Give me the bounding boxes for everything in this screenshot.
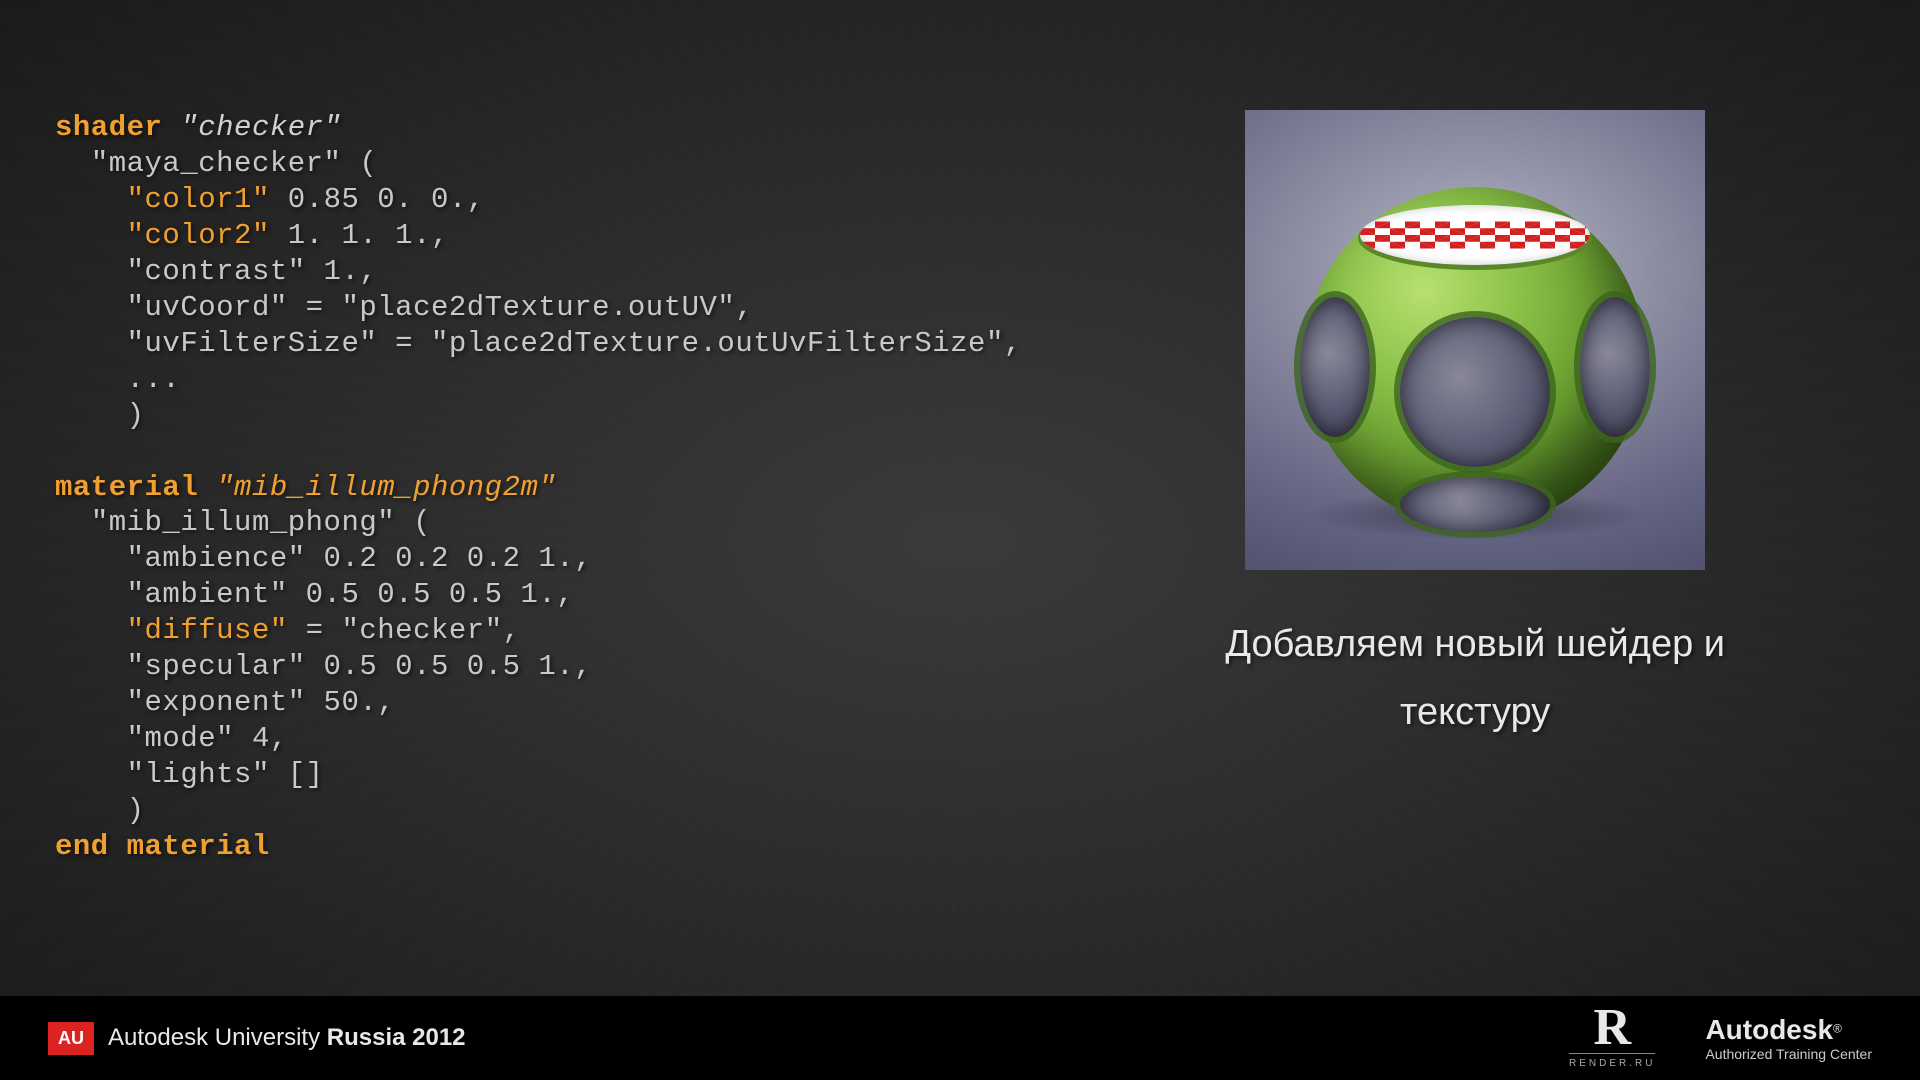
ambience-line: "ambience" 0.2 0.2 0.2 1., (127, 542, 592, 575)
close-paren-2: ) (127, 794, 145, 827)
au-text: Autodesk University Russia 2012 (108, 1024, 466, 1052)
color1-val: 0.85 0. 0., (270, 183, 485, 216)
keyword-material: material (55, 471, 198, 504)
shader-impl: "maya_checker" ( (91, 147, 377, 180)
ellipsis: ... (127, 363, 181, 396)
uvcoord-line: "uvCoord" = "place2dTexture.outUV", (127, 291, 754, 324)
color2-val: 1. 1. 1., (270, 219, 449, 252)
material-impl: "mib_illum_phong" ( (91, 506, 431, 539)
lights-line: "lights" [] (127, 758, 324, 791)
au-badge: AU (48, 1022, 94, 1055)
render-ru-logo: R RENDER.RU (1569, 1007, 1655, 1069)
render-preview (1245, 110, 1705, 570)
color1-key: "color1" (127, 183, 270, 216)
code-block: shader "checker" "maya_checker" ( "color… (55, 110, 1022, 865)
contrast-line: "contrast" 1., (127, 255, 378, 288)
right-column: Добавляем новый шейдер и текстуру (1225, 110, 1725, 865)
slide-content: shader "checker" "maya_checker" ( "color… (55, 110, 1865, 865)
color2-key: "color2" (127, 219, 270, 252)
exponent-line: "exponent" 50., (127, 686, 396, 719)
specular-line: "specular" 0.5 0.5 0.5 1., (127, 650, 592, 683)
keyword-end-material: end material (55, 830, 270, 863)
close-paren-1: ) (127, 399, 145, 432)
caption-line-1: Добавляем новый шейдер и (1225, 610, 1725, 678)
material-name: "mib_illum_phong2m" (216, 471, 556, 504)
diffuse-val: = "checker", (288, 614, 521, 647)
autodesk-logo: Autodesk® Authorized Training Center (1705, 1014, 1872, 1062)
footer: AU Autodesk University Russia 2012 R REN… (0, 996, 1920, 1080)
rendered-object (1305, 187, 1645, 527)
diffuse-key: "diffuse" (127, 614, 288, 647)
caption: Добавляем новый шейдер и текстуру (1225, 610, 1725, 747)
checker-texture-top (1360, 205, 1590, 265)
ambient-line: "ambient" 0.5 0.5 0.5 1., (127, 578, 575, 611)
mode-line: "mode" 4, (127, 722, 288, 755)
shader-name: "checker" (180, 111, 341, 144)
uvfilter-line: "uvFilterSize" = "place2dTexture.outUvFi… (127, 327, 1022, 360)
caption-line-2: текстуру (1225, 678, 1725, 746)
keyword-shader: shader (55, 111, 162, 144)
